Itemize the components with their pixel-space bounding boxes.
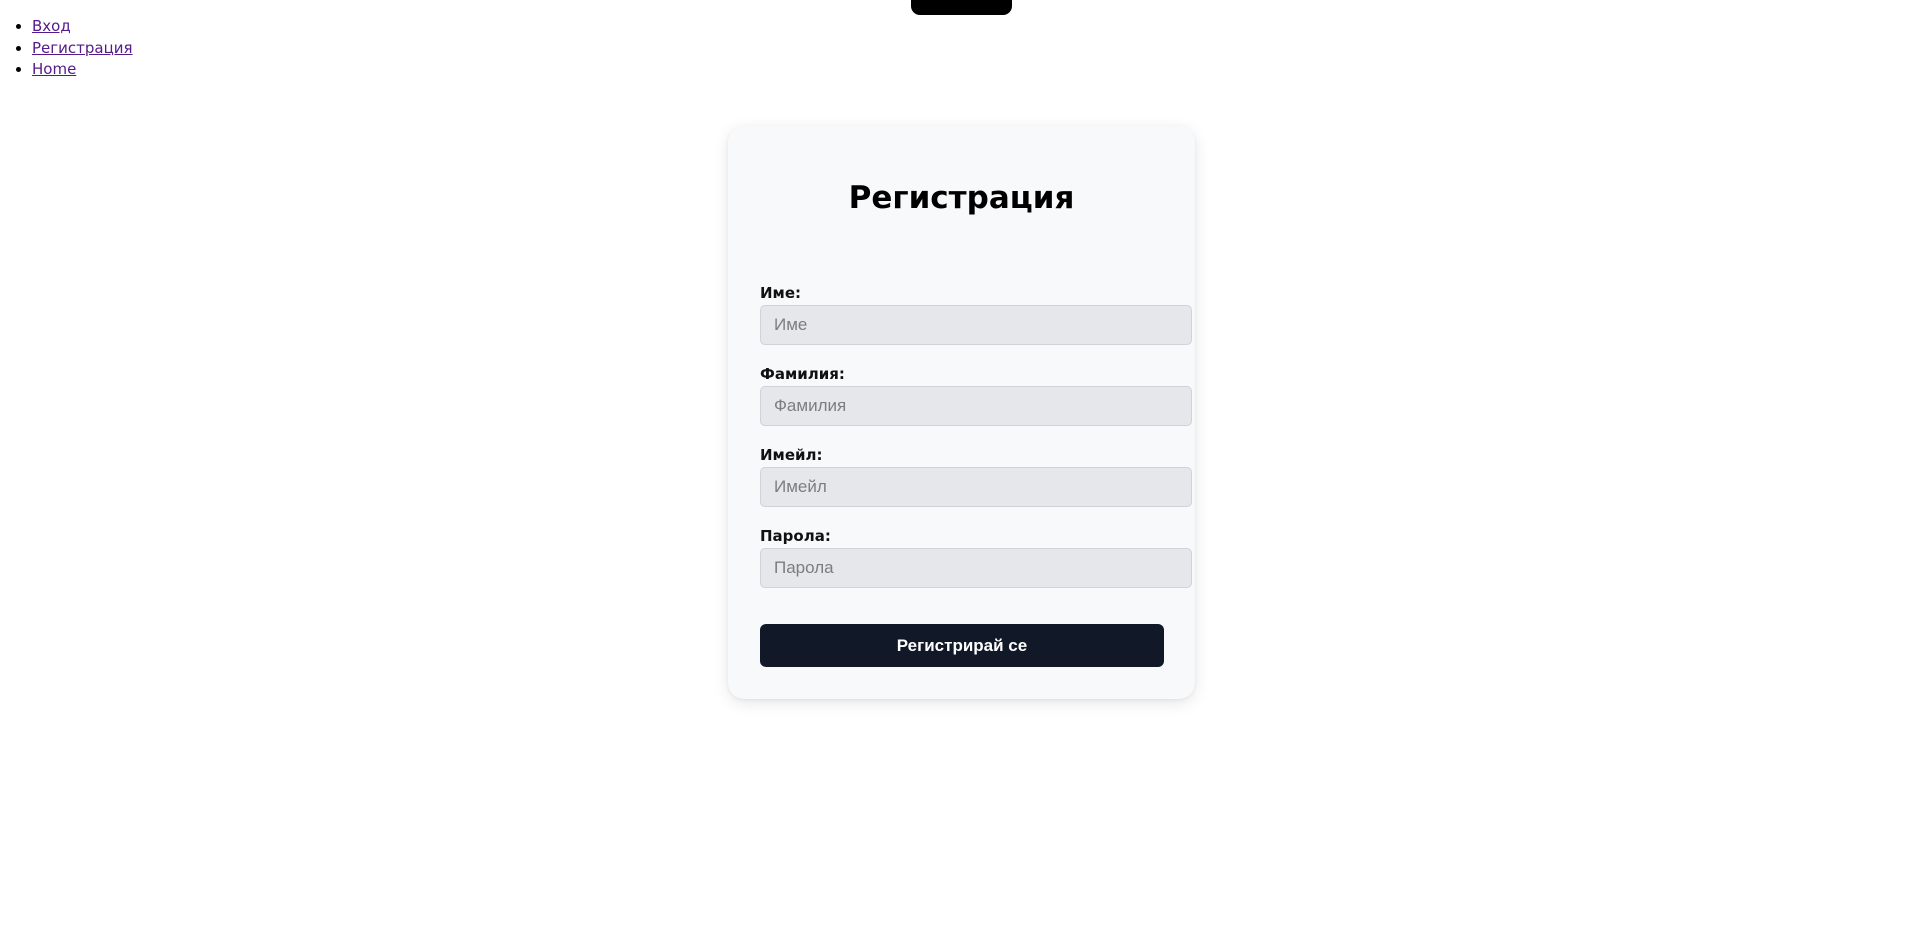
password-label: Парола: [760,527,831,545]
first-name-input[interactable] [760,305,1192,345]
top-notch-bar [911,0,1012,15]
nav-item-register: Регистрация [32,38,133,60]
nav-menu: Вход Регистрация Home [0,16,133,81]
register-button[interactable]: Регистрирай се [760,624,1164,667]
last-name-group: Фамилия: [760,365,1192,426]
email-input[interactable] [760,467,1192,507]
last-name-label: Фамилия: [760,365,845,383]
first-name-label: Име: [760,284,801,302]
page-title: Регистрация [848,180,1075,216]
first-name-group: Име: [760,284,1192,345]
nav-link-login[interactable]: Вход [32,17,71,35]
nav-link-register[interactable]: Регистрация [32,39,133,57]
nav-item-login: Вход [32,16,133,38]
nav-link-home[interactable]: Home [32,60,76,78]
registration-card: Регистрация Име: Фамилия: Имейл: Парола:… [728,126,1195,699]
password-group: Парола: [760,527,1192,588]
last-name-input[interactable] [760,386,1192,426]
password-input[interactable] [760,548,1192,588]
nav-item-home: Home [32,59,133,81]
email-label: Имейл: [760,446,823,464]
email-group: Имейл: [760,446,1192,507]
